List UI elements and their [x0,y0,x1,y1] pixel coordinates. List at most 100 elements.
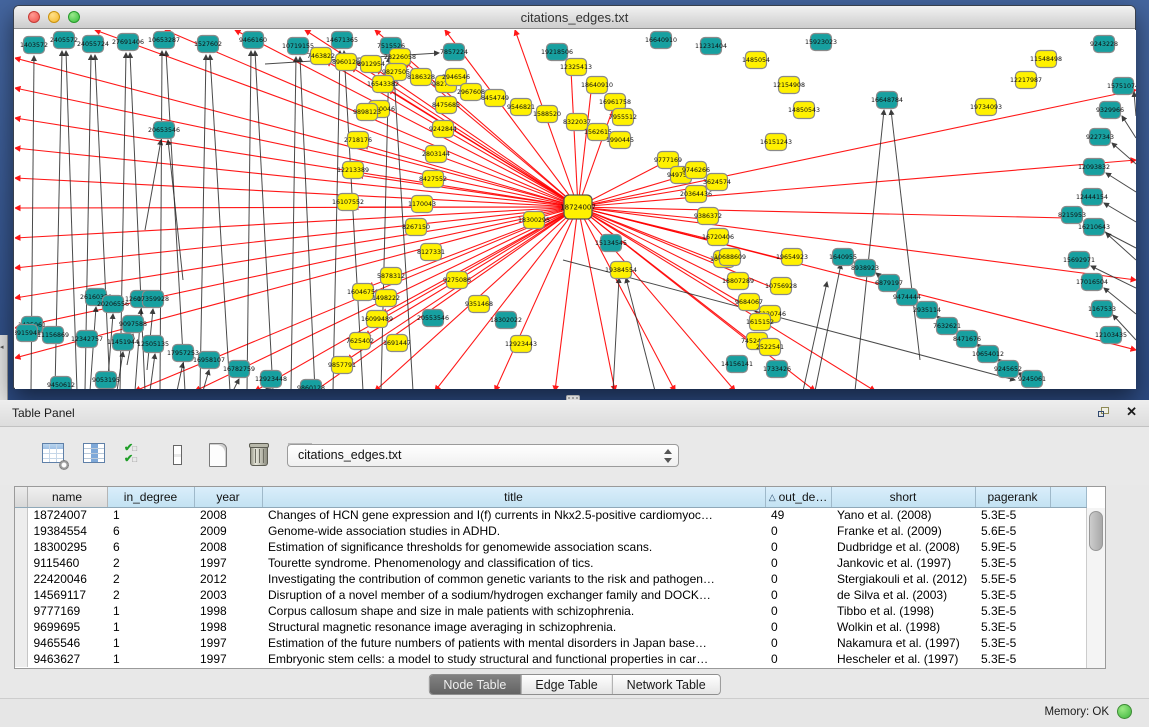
tab-network-table[interactable]: Network Table [612,675,720,694]
graph-node[interactable]: 9053195 [92,372,120,389]
table-cell[interactable]: 6 [107,539,194,555]
graph-node[interactable]: 8427552 [419,171,447,188]
graph-node[interactable]: 7955512 [609,109,637,126]
table-cell[interactable]: 1997 [194,651,262,667]
graph-node[interactable]: 16648784 [871,92,903,109]
table-cell[interactable]: 5.3E-5 [975,635,1050,651]
table-vertical-scrollbar[interactable] [1086,508,1105,668]
graph-node[interactable]: 1167533 [1088,301,1116,318]
table-cell[interactable]: Estimation of the future numbers of pati… [262,635,765,651]
graph-node[interactable]: 19218506 [541,44,573,61]
graph-node[interactable]: 3624574 [703,174,731,191]
graph-node[interactable]: 12217987 [1010,72,1042,89]
table-cell[interactable]: Tibbo et al. (1998) [831,603,975,619]
tab-node-table[interactable]: Node Table [429,675,520,694]
graph-node[interactable]: 9898123 [353,104,381,121]
column-header-title[interactable]: title [262,487,765,507]
graph-node[interactable]: 5878312 [377,268,405,285]
table-row[interactable]: 969969511998Structural magnetic resonanc… [15,619,1086,635]
graph-node[interactable]: 16151243 [760,134,792,151]
table-cell[interactable]: 22420046 [27,571,107,587]
table-cell[interactable]: 1997 [194,555,262,571]
graph-node[interactable]: 14671365 [326,32,358,49]
graph-node[interactable]: 9243228 [1090,36,1118,53]
table-row[interactable]: 1872400712008Changes of HCN gene express… [15,507,1086,523]
graph-node[interactable]: 9474444 [893,289,921,306]
table-cell[interactable]: 5.3E-5 [975,587,1050,603]
table-cell[interactable]: 0 [765,571,831,587]
graph-node[interactable]: 9245652 [994,361,1022,378]
table-cell[interactable]: 5.3E-5 [975,619,1050,635]
citation-network-graph[interactable]: 1403572240557224055724276914061065328715… [15,30,1136,389]
graph-node[interactable]: 8322037 [563,114,591,131]
table-cell[interactable]: 2008 [194,539,262,555]
column-header-year[interactable]: year [194,487,262,507]
graph-node-center[interactable]: 18724007 [560,195,596,219]
new-table-icon[interactable] [206,443,232,469]
graph-node[interactable]: 10719155 [282,38,314,55]
graph-node[interactable]: 9466160 [239,32,267,49]
table-cell[interactable]: 6 [107,523,194,539]
table-cell[interactable]: 9115460 [27,555,107,571]
graph-node[interactable]: 12923448 [255,371,287,388]
graph-node[interactable]: 2935114 [913,302,941,319]
table-cell[interactable]: 1 [107,603,194,619]
table-cell[interactable]: Structural magnetic resonance image aver… [262,619,765,635]
graph-node[interactable]: 16210643 [1078,219,1110,236]
graph-node[interactable]: 7463822 [307,48,335,65]
graph-node[interactable]: 19734093 [970,99,1002,116]
graph-node[interactable]: 12505135 [137,336,169,353]
memory-ok-indicator[interactable] [1117,704,1132,719]
graph-node[interactable]: 12093832 [1078,159,1110,176]
graph-node[interactable]: 7632621 [933,318,961,335]
table-cell[interactable]: Jankovic et al. (1997) [831,555,975,571]
graph-node[interactable]: 9351468 [465,296,493,313]
table-cell[interactable]: 2008 [194,507,262,523]
network-canvas[interactable]: 1403572240557224055724276914061065328715… [15,30,1136,389]
table-cell[interactable]: 2003 [194,587,262,603]
graph-node[interactable]: 2405572 [50,32,78,49]
network-window-titlebar[interactable]: citations_edges.txt [14,6,1135,29]
column-header-blank[interactable] [15,487,27,507]
table-cell[interactable]: 2012 [194,571,262,587]
table-cell[interactable]: 19384554 [27,523,107,539]
table-row[interactable]: 1456911722003Disruption of a novel membe… [15,587,1086,603]
table-cell[interactable]: 1 [107,651,194,667]
column-header-out_de…[interactable]: △out_de… [765,487,831,507]
graph-node[interactable]: 1615152 [746,314,774,331]
graph-node[interactable]: 24055724 [77,36,109,53]
table-cell[interactable]: 5.3E-5 [975,603,1050,619]
table-settings-icon[interactable] [42,443,68,469]
table-cell[interactable]: 0 [765,523,831,539]
graph-node[interactable]: 11231404 [695,38,727,55]
graph-node[interactable]: 19654923 [776,249,808,266]
graph-node[interactable]: 9860128 [297,380,325,390]
graph-node[interactable]: 12923443 [505,336,537,353]
table-row[interactable]: 1938455462009Genome-wide association stu… [15,523,1086,539]
graph-node[interactable]: 9450612 [47,377,75,390]
graph-node[interactable]: 1403572 [20,37,48,54]
table-cell[interactable]: 0 [765,603,831,619]
graph-node[interactable]: 8471676 [953,331,981,348]
table-cell[interactable]: 0 [765,651,831,667]
table-cell[interactable]: Stergiakouli et al. (2012) [831,571,975,587]
table-cell[interactable]: 1998 [194,603,262,619]
graph-node[interactable]: 9275086 [443,272,471,289]
graph-node[interactable]: 11548498 [1030,51,1062,68]
graph-node[interactable]: 12444154 [1076,189,1108,206]
graph-node[interactable]: 8215953 [1058,207,1086,224]
table-header-row[interactable]: namein_degreeyeartitle△out_de…shortpager… [15,487,1086,507]
graph-node[interactable]: 20653546 [148,122,180,139]
column-header-blank[interactable] [1050,487,1086,507]
table-cell[interactable]: 5.3E-5 [975,507,1050,523]
table-cell[interactable]: 0 [765,619,831,635]
table-cell[interactable]: Franke et al. (2009) [831,523,975,539]
column-select-icon[interactable] [83,443,109,469]
network-window[interactable]: citations_edges.txt 14035722405572240557… [13,5,1136,389]
table-cell[interactable]: 5.5E-5 [975,571,1050,587]
table-cell[interactable]: Estimation of significance thresholds fo… [262,539,765,555]
graph-node[interactable]: 1170043 [408,196,436,213]
graph-node[interactable]: 9684067 [735,294,763,311]
graph-node[interactable]: 27691406 [112,34,144,51]
table-cell[interactable]: 5.3E-5 [975,555,1050,571]
